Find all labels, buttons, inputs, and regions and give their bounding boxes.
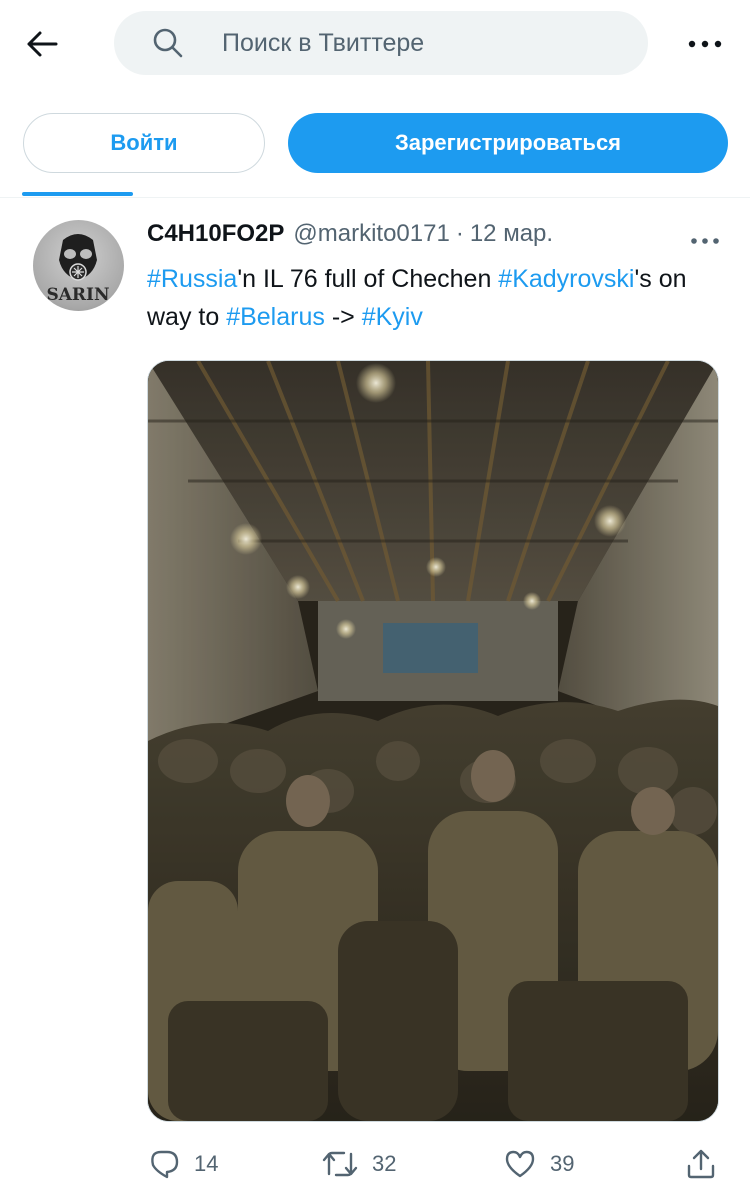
hashtag-kyiv[interactable]: #Kyiv xyxy=(362,303,423,331)
retweet-button[interactable]: 32 xyxy=(322,1142,396,1186)
author-name[interactable]: C4H10FO2P xyxy=(147,220,284,248)
login-button[interactable]: Войти xyxy=(23,113,265,173)
tweet-header: C4H10FO2P @markito0171 · 12 мар. xyxy=(147,220,687,260)
reply-count: 14 xyxy=(194,1151,219,1176)
retweet-icon xyxy=(322,1151,358,1177)
arrow-left-icon xyxy=(27,31,58,57)
search-icon xyxy=(150,25,186,61)
more-dots-icon xyxy=(688,40,722,48)
hashtag-russia[interactable]: #Russia xyxy=(147,265,237,293)
tweet[interactable]: SARIN C4H10FO2P @markito0171 · 12 мар. #… xyxy=(0,198,750,1192)
tweet-more-button[interactable] xyxy=(680,226,730,256)
like-count: 39 xyxy=(550,1151,575,1176)
tab-indicator xyxy=(22,192,133,196)
more-options-button[interactable] xyxy=(680,24,730,64)
retweet-count: 32 xyxy=(372,1151,397,1176)
tweet-text: #Russia'n IL 76 full of Chechen #Kadyrov… xyxy=(147,260,727,336)
search-input[interactable] xyxy=(220,27,624,59)
tweet-text-part: 'n IL 76 full of Chechen xyxy=(237,265,499,293)
back-button[interactable] xyxy=(22,24,62,64)
signup-button[interactable]: Зарегистрироваться xyxy=(288,113,728,173)
tweet-date[interactable]: 12 мар. xyxy=(470,220,553,248)
like-button[interactable]: 39 xyxy=(504,1142,574,1186)
avatar[interactable]: SARIN xyxy=(33,220,124,311)
tweet-actions: 14 32 39 xyxy=(0,1142,750,1186)
more-dots-icon xyxy=(691,238,719,244)
tweet-text-part: -> xyxy=(324,303,362,331)
reply-button[interactable]: 14 xyxy=(148,1142,218,1186)
avatar-text: SARIN xyxy=(46,285,109,305)
hashtag-kadyrovski[interactable]: #Kadyrovski xyxy=(498,265,634,293)
auth-bar: Войти Зарегистрироваться xyxy=(0,113,750,175)
heart-icon xyxy=(505,1150,535,1178)
hashtag-belarus[interactable]: #Belarus xyxy=(226,303,325,331)
tweet-media-video[interactable] xyxy=(147,360,719,1122)
author-handle[interactable]: @markito0171 xyxy=(293,220,449,248)
share-icon xyxy=(687,1149,715,1179)
reply-icon xyxy=(151,1150,179,1179)
top-bar xyxy=(0,0,750,90)
share-button[interactable] xyxy=(686,1142,716,1186)
search-box[interactable] xyxy=(114,11,648,75)
separator: · xyxy=(455,220,464,247)
